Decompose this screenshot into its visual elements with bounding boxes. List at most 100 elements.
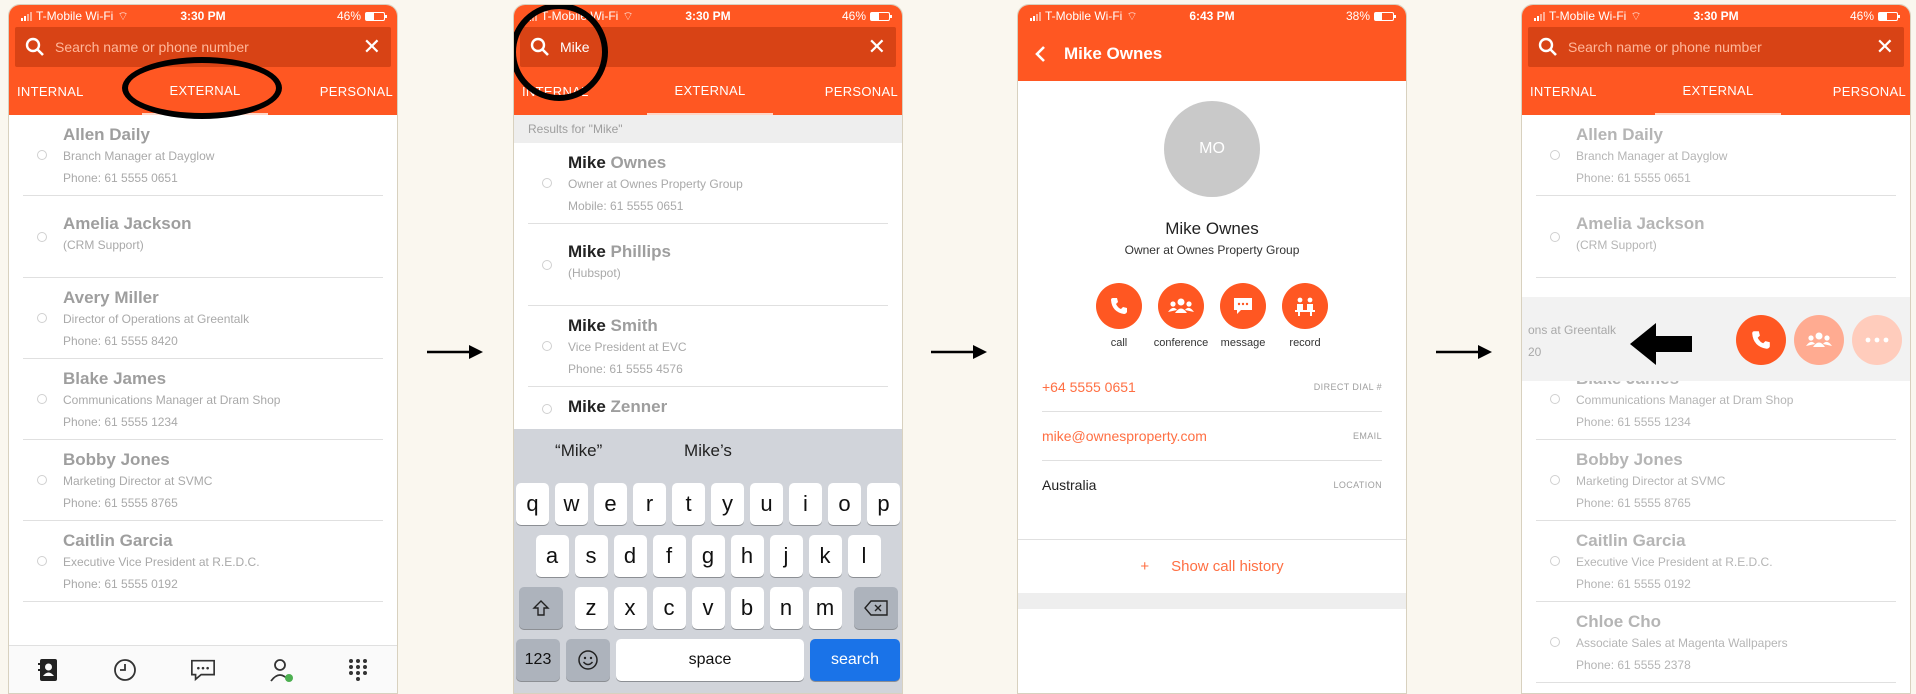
list-item[interactable]: Bobby Jones Marketing Director at SVMC Pho… [23,440,383,521]
select-radio[interactable] [542,341,552,351]
clear-search-icon[interactable]: ✕ [1876,36,1894,58]
key-l[interactable]: l [847,535,881,577]
list-item[interactable]: Mike Ownes Owner at Ownes Property Group M… [528,143,888,224]
contacts-nav-icon[interactable] [35,657,61,683]
key-z[interactable]: z [574,587,608,629]
numbers-key[interactable]: 123 [516,639,560,681]
key-v[interactable]: v [691,587,725,629]
phone-value[interactable]: +64 5555 0651 [1042,379,1136,395]
key-e[interactable]: e [594,483,627,525]
list-item[interactable]: Avery Miller Director of Operations at Gr… [23,278,383,359]
key-i[interactable]: i [789,483,822,525]
key-w[interactable]: w [555,483,588,525]
list-item[interactable]: Blake James Communications Manager at Dra… [23,359,383,440]
tab-internal[interactable]: INTERNAL [514,67,647,115]
select-radio[interactable] [1550,637,1560,647]
key-c[interactable]: c [652,587,686,629]
select-radio[interactable] [37,394,47,404]
select-radio[interactable] [542,404,552,414]
select-radio[interactable] [542,259,552,270]
select-radio[interactable] [542,178,552,188]
key-x[interactable]: x [613,587,647,629]
tab-internal[interactable]: INTERNAL [9,67,142,115]
messages-icon[interactable] [190,657,216,683]
select-radio[interactable] [37,475,47,485]
search-input[interactable]: Search name or phone number [55,39,353,55]
key-o[interactable]: o [828,483,861,525]
tab-external[interactable]: EXTERNAL [142,67,268,115]
recents-clock-icon[interactable] [112,657,138,683]
suggestion-item[interactable]: Mike’s [643,441,772,461]
swipe-more-button[interactable] [1852,315,1902,365]
select-radio[interactable] [37,556,47,566]
key-a[interactable]: a [535,535,569,577]
select-radio[interactable] [1550,394,1560,404]
dialpad-icon[interactable] [345,657,371,683]
list-item[interactable]: Mike Phillips (Hubspot) [528,224,888,306]
swipe-call-button[interactable] [1736,315,1786,365]
tab-external[interactable]: EXTERNAL [647,67,773,115]
key-j[interactable]: j [769,535,803,577]
search-input[interactable]: Search name or phone number [1568,39,1866,55]
conference-button[interactable]: conference [1154,283,1208,349]
space-key[interactable]: space [616,639,804,681]
key-g[interactable]: g [691,535,725,577]
tab-personal[interactable]: PERSONAL [773,67,902,115]
select-radio[interactable] [1550,150,1560,160]
select-radio[interactable] [1550,231,1560,242]
key-n[interactable]: n [769,587,803,629]
tab-personal[interactable]: PERSONAL [268,67,397,115]
key-q[interactable]: q [516,483,549,525]
emoji-key[interactable] [566,639,610,681]
tab-external[interactable]: EXTERNAL [1655,67,1781,115]
key-f[interactable]: f [652,535,686,577]
select-radio[interactable] [37,150,47,160]
clear-search-icon[interactable]: ✕ [363,36,381,58]
key-k[interactable]: k [808,535,842,577]
list-item[interactable]: Caitlin Garcia Executive Vice President a… [23,521,383,602]
suggestion-item[interactable]: “Mike” [514,441,643,461]
email-field[interactable]: mike@ownesproperty.com EMAIL [1042,412,1382,461]
select-radio[interactable] [37,313,47,323]
list-item[interactable]: Bobby Jones Marketing Director at SVMC Pho… [1536,440,1896,521]
key-m[interactable]: m [808,587,842,629]
key-p[interactable]: p [867,483,900,525]
key-y[interactable]: y [711,483,744,525]
select-radio[interactable] [1550,556,1560,566]
phone-field[interactable]: +64 5555 0651 DIRECT DIAL # [1042,363,1382,412]
swipe-conference-button[interactable] [1794,315,1844,365]
list-item[interactable]: Amelia Jackson (CRM Support) [23,196,383,278]
list-item[interactable]: Caitlin Garcia Executive Vice President a… [1536,521,1896,602]
key-b[interactable]: b [730,587,764,629]
email-value[interactable]: mike@ownesproperty.com [1042,428,1207,444]
call-button[interactable]: call [1095,283,1143,349]
key-h[interactable]: h [730,535,764,577]
back-chevron-icon[interactable] [1034,45,1046,63]
select-radio[interactable] [1550,475,1560,485]
list-item[interactable]: Mike Smith Vice President at EVC Phone: 61… [528,306,888,387]
tab-internal[interactable]: INTERNAL [1522,67,1655,115]
key-u[interactable]: u [750,483,783,525]
list-item[interactable]: Chloe Cho Associate Sales at Magenta Wall… [1536,602,1896,683]
search-bar[interactable]: Mike ✕ [520,27,896,67]
search-input[interactable]: Mike [560,39,858,55]
search-bar[interactable]: Search name or phone number ✕ [15,27,391,67]
record-button[interactable]: record [1281,283,1329,349]
list-item[interactable]: Mike Zenner [528,387,888,432]
key-r[interactable]: r [633,483,666,525]
search-bar[interactable]: Search name or phone number ✕ [1528,27,1904,67]
clear-search-icon[interactable]: ✕ [868,36,886,58]
search-key[interactable]: search [810,639,900,681]
tab-personal[interactable]: PERSONAL [1781,67,1910,115]
list-item[interactable]: Amelia Jackson (CRM Support) [1536,196,1896,278]
message-button[interactable]: message [1219,283,1267,349]
select-radio[interactable] [37,231,47,242]
key-d[interactable]: d [613,535,647,577]
list-item[interactable]: Allen Daily Branch Manager at Dayglow Phon… [23,115,383,196]
shift-key[interactable] [518,587,563,629]
presence-person-icon[interactable] [268,657,294,683]
show-call-history-button[interactable]: + Show call history [1018,539,1406,593]
key-s[interactable]: s [574,535,608,577]
list-item[interactable]: Allen Daily Branch Manager at Dayglow Phon… [1536,115,1896,196]
key-t[interactable]: t [672,483,705,525]
